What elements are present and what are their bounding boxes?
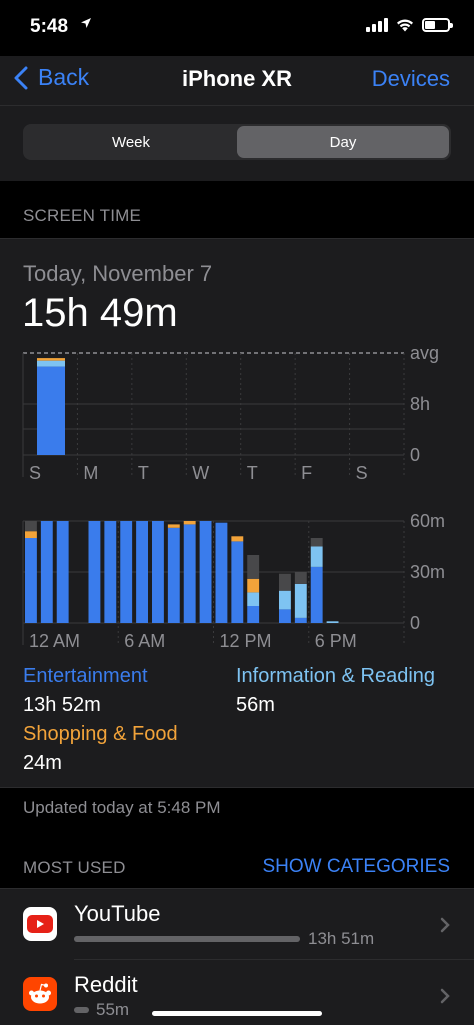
show-categories-button[interactable]: SHOW CATEGORIES bbox=[262, 856, 450, 878]
app-row-youtube[interactable]: YouTube 13h 51m bbox=[0, 889, 474, 959]
app-name: Reddit bbox=[74, 972, 138, 997]
y-tick-label: 0 bbox=[410, 445, 420, 465]
y-tick-label: 30m bbox=[410, 562, 445, 582]
navigation-bar: Back iPhone XR Devices bbox=[0, 56, 474, 106]
hour-bar-segment bbox=[247, 592, 260, 606]
app-name: YouTube bbox=[74, 901, 161, 926]
hour-bar-segment bbox=[231, 536, 244, 542]
chevron-right-icon bbox=[440, 988, 450, 1004]
home-indicator bbox=[152, 1011, 322, 1016]
chevron-right-icon bbox=[440, 917, 450, 933]
hour-bar-segment bbox=[247, 578, 260, 593]
hour-bar-segment bbox=[294, 617, 307, 623]
app-time: 55m bbox=[96, 1000, 130, 1019]
hour-bar-segment bbox=[310, 546, 323, 567]
hour-bar-segment bbox=[310, 566, 323, 623]
x-tick-label: 6 PM bbox=[315, 631, 357, 651]
hour-bar-segment bbox=[25, 521, 37, 532]
hour-bar-segment bbox=[247, 606, 260, 623]
legend-shopping-value: 24m bbox=[23, 752, 62, 774]
week-bar-segment bbox=[37, 358, 65, 361]
hour-bar-segment bbox=[56, 521, 69, 623]
screen-time-card[interactable]: Today, November 7 15h 49m S M T W T F Savg 8h 0 1… bbox=[0, 238, 474, 788]
legend-entertainment-label: Entertainment bbox=[23, 665, 148, 687]
week-day-label: T bbox=[247, 463, 258, 483]
app-usage-bar bbox=[74, 936, 300, 942]
segment-day[interactable]: Day bbox=[237, 126, 449, 158]
hour-bar-segment bbox=[294, 583, 307, 618]
total-screen-time: 15h 49m bbox=[22, 291, 178, 335]
hour-bar-segment bbox=[199, 521, 212, 623]
most-used-section-header: MOST USED bbox=[23, 858, 126, 877]
hour-bar-segment bbox=[294, 572, 307, 584]
location-arrow-icon bbox=[80, 17, 92, 32]
legend-information-label: Information & Reading bbox=[236, 665, 436, 687]
hour-bar-segment bbox=[310, 538, 323, 547]
week-day-segmented-control: Week Day bbox=[23, 124, 451, 160]
screen-time-section-header: SCREEN TIME bbox=[23, 206, 142, 225]
hour-bar-segment bbox=[247, 555, 260, 579]
x-tick-label: 12 AM bbox=[29, 631, 80, 651]
segment-week[interactable]: Week bbox=[25, 126, 237, 158]
hour-bar-segment bbox=[183, 524, 196, 623]
hour-bar-segment bbox=[215, 522, 228, 623]
wifi-icon bbox=[397, 19, 413, 32]
week-day-label: T bbox=[138, 463, 149, 483]
hour-bar-segment bbox=[279, 573, 291, 591]
status-bar: 5:48 bbox=[0, 0, 474, 56]
hour-bar-segment bbox=[326, 621, 339, 623]
app-time: 13h 51m bbox=[308, 929, 375, 948]
card-date: Today, November 7 bbox=[23, 261, 213, 286]
hour-bar-segment bbox=[279, 609, 291, 623]
legend-entertainment-value: 13h 52m bbox=[23, 694, 101, 716]
x-tick-label: 6 AM bbox=[124, 631, 165, 651]
week-bar-segment bbox=[37, 366, 65, 455]
legend-shopping-label: Shopping & Food bbox=[23, 723, 178, 745]
hour-bar-segment bbox=[40, 521, 53, 623]
hour-bar-segment bbox=[279, 590, 291, 610]
hour-bar-segment bbox=[183, 521, 196, 525]
battery-icon bbox=[422, 18, 453, 32]
hour-bar-segment bbox=[167, 527, 180, 623]
youtube-icon bbox=[23, 907, 57, 941]
hour-bar-segment bbox=[120, 521, 133, 623]
cellular-signal-icon bbox=[366, 18, 388, 32]
y-tick-label: avg bbox=[410, 343, 439, 363]
week-day-label: F bbox=[301, 463, 312, 483]
most-used-list: YouTube 13h 51m Reddit 55m bbox=[0, 888, 474, 1025]
hour-bar-segment bbox=[152, 521, 164, 623]
segment-area: Week Day bbox=[0, 106, 474, 181]
status-time: 5:48 bbox=[30, 16, 69, 37]
hour-bar-segment bbox=[25, 538, 37, 623]
week-day-label: M bbox=[83, 463, 98, 483]
hour-bar-segment bbox=[88, 521, 101, 623]
hour-bar-segment bbox=[231, 541, 244, 623]
week-bar-segment bbox=[37, 360, 65, 367]
hour-bar-segment bbox=[167, 524, 180, 528]
y-tick-label: 60m bbox=[410, 511, 445, 531]
updated-text: Updated today at 5:48 PM bbox=[23, 798, 221, 817]
hour-bar-segment bbox=[104, 521, 117, 623]
status-icons bbox=[366, 18, 453, 32]
hour-bar-segment bbox=[25, 531, 37, 538]
legend-information-value: 56m bbox=[236, 694, 275, 716]
x-tick-label: 12 PM bbox=[220, 631, 272, 651]
reddit-icon bbox=[23, 977, 57, 1011]
hour-bar-segment bbox=[136, 521, 148, 623]
devices-button[interactable]: Devices bbox=[372, 66, 450, 92]
week-day-label: S bbox=[29, 463, 41, 483]
y-tick-label: 8h bbox=[410, 394, 430, 414]
y-tick-label: 0 bbox=[410, 613, 420, 633]
week-day-label: W bbox=[192, 463, 209, 483]
week-day-label: S bbox=[356, 463, 368, 483]
